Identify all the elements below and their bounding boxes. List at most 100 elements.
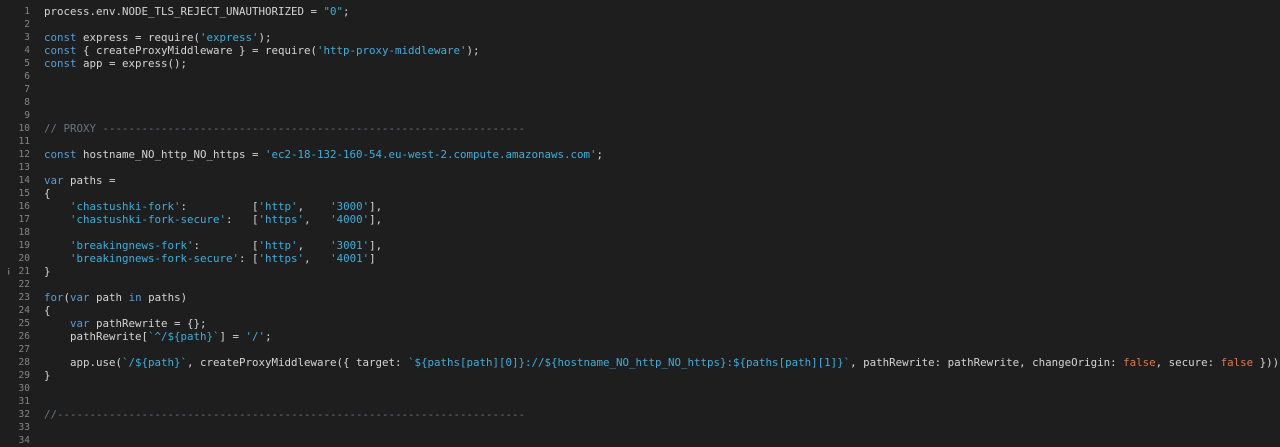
code-token: var <box>70 317 90 330</box>
line-code: const app = express(); <box>44 57 187 70</box>
code-lines[interactable]: 1 process.env.NODE_TLS_REJECT_UNAUTHORIZE… <box>0 5 1280 447</box>
code-line[interactable]: 28 app.use(`/${path}`, createProxyMiddle… <box>0 356 1280 369</box>
code-token: 'http-proxy-middleware' <box>317 44 467 57</box>
code-token: var <box>44 174 64 187</box>
line-code: 'breakingnews-fork-secure': ['https', '4… <box>44 252 376 265</box>
code-token: , secure: <box>1155 356 1221 369</box>
code-editor[interactable]: 1 process.env.NODE_TLS_REJECT_UNAUTHORIZE… <box>0 0 1280 446</box>
code-line[interactable]: 20 'breakingnews-fork-secure': ['https',… <box>0 252 1280 265</box>
code-line[interactable]: 5 const app = express(); <box>0 57 1280 70</box>
code-line[interactable]: 18 <box>0 226 1280 239</box>
code-line[interactable]: 17 'chastushki-fork-secure': ['https', '… <box>0 213 1280 226</box>
code-token: , pathRewrite: pathRewrite, changeOrigin… <box>850 356 1124 369</box>
line-number: 13 <box>18 162 30 173</box>
code-token: ] <box>369 252 376 265</box>
line-code: const express = require('express'); <box>44 31 272 44</box>
code-line[interactable]: 1 process.env.NODE_TLS_REJECT_UNAUTHORIZE… <box>0 5 1280 18</box>
code-line[interactable]: 25 var pathRewrite = {}; <box>0 317 1280 330</box>
code-token: for <box>44 291 64 304</box>
line-code: { <box>44 304 51 317</box>
code-line[interactable]: 24 { <box>0 304 1280 317</box>
code-token: 'breakingnews-fork-secure' <box>70 252 240 265</box>
code-token: hostname_NO_http_NO_https = <box>76 148 266 161</box>
code-line[interactable]: 30 <box>0 382 1280 395</box>
line-number: 19 <box>18 240 30 251</box>
code-token: const <box>44 148 77 161</box>
code-token: ); <box>258 31 272 44</box>
code-token: 'chastushki-fork-secure' <box>70 213 227 226</box>
code-token: ], <box>369 200 383 213</box>
code-token: { <box>44 187 51 200</box>
code-line[interactable]: 32 //------------------------------------… <box>0 408 1280 421</box>
code-token: 'http' <box>258 239 298 252</box>
code-token: const <box>44 57 77 70</box>
code-token: 'https' <box>258 252 305 265</box>
line-code: 'breakingnews-fork': ['http', '3001'], <box>44 239 382 252</box>
code-token: const <box>44 44 77 57</box>
code-token: 'https' <box>258 213 305 226</box>
code-token: express = require( <box>76 31 201 44</box>
code-token: : [ <box>193 239 259 252</box>
code-token: app = express(); <box>76 57 188 70</box>
code-line[interactable]: 16 'chastushki-fork': ['http', '3000'], <box>0 200 1280 213</box>
code-token: in <box>128 291 142 304</box>
line-number: 28 <box>18 357 30 368</box>
code-token: pathRewrite = {}; <box>89 317 207 330</box>
code-token: , createProxyMiddleware({ target: <box>187 356 409 369</box>
line-number: 30 <box>18 383 30 394</box>
line-number: 12 <box>18 149 30 160</box>
code-token: : [ <box>226 213 259 226</box>
code-token: '3001' <box>330 239 370 252</box>
line-number: 23 <box>18 292 30 303</box>
line-number: 2 <box>24 19 30 30</box>
line-number: 26 <box>18 331 30 342</box>
code-line[interactable]: 13 <box>0 161 1280 174</box>
code-line[interactable]: 23 for(var path in paths) <box>0 291 1280 304</box>
code-line[interactable]: 14 var paths = <box>0 174 1280 187</box>
line-number: 17 <box>18 214 30 225</box>
code-token: `${paths[path][0]}://${hostname_NO_http_… <box>408 356 851 369</box>
code-line[interactable]: 3 const express = require('express'); <box>0 31 1280 44</box>
code-line[interactable]: 4 const { createProxyMiddleware } = requi… <box>0 44 1280 57</box>
code-line[interactable]: 33 <box>0 421 1280 434</box>
code-line[interactable]: 9 <box>0 109 1280 122</box>
line-code: //--------------------------------------… <box>44 408 525 421</box>
code-token: '3000' <box>330 200 370 213</box>
code-token: ], <box>369 213 383 226</box>
code-line[interactable]: 29} <box>0 369 1280 382</box>
code-line[interactable]: 6 <box>0 70 1280 83</box>
line-number: 4 <box>24 45 30 56</box>
code-line[interactable]: 27 <box>0 343 1280 356</box>
code-token: `^/${path}` <box>148 330 220 343</box>
code-line[interactable]: 12 const hostname_NO_http_NO_https = 'ec2… <box>0 148 1280 161</box>
code-line[interactable]: 19 'breakingnews-fork': ['http', '3001']… <box>0 239 1280 252</box>
code-line[interactable]: 31 <box>0 395 1280 408</box>
code-line[interactable]: 22 <box>0 278 1280 291</box>
code-line[interactable]: 7 <box>0 83 1280 96</box>
code-token: '4001' <box>330 252 370 265</box>
code-line[interactable]: 2 <box>0 18 1280 31</box>
code-token: "0" <box>323 5 344 18</box>
line-number: 27 <box>18 344 30 355</box>
line-number: 15 <box>18 188 30 199</box>
code-token: } <box>44 265 51 278</box>
code-token: , <box>297 200 331 213</box>
line-number: 1 <box>24 6 30 17</box>
line-number: 9 <box>24 110 30 121</box>
line-number: 24 <box>18 305 30 316</box>
code-line[interactable]: 11 <box>0 135 1280 148</box>
line-code: } <box>44 369 51 382</box>
code-line[interactable]: 26 pathRewrite[`^/${path}`] = '/'; <box>0 330 1280 343</box>
code-line[interactable]: ¡ 21} <box>0 265 1280 278</box>
code-token: `/${path}` <box>122 356 188 369</box>
code-line[interactable]: 8 <box>0 96 1280 109</box>
code-line[interactable]: 10 // PROXY -----------------------------… <box>0 122 1280 135</box>
code-line[interactable]: 34 <box>0 434 1280 447</box>
code-token: paths = <box>63 174 116 187</box>
code-line[interactable]: 15 { <box>0 187 1280 200</box>
code-token: '4000' <box>330 213 370 226</box>
